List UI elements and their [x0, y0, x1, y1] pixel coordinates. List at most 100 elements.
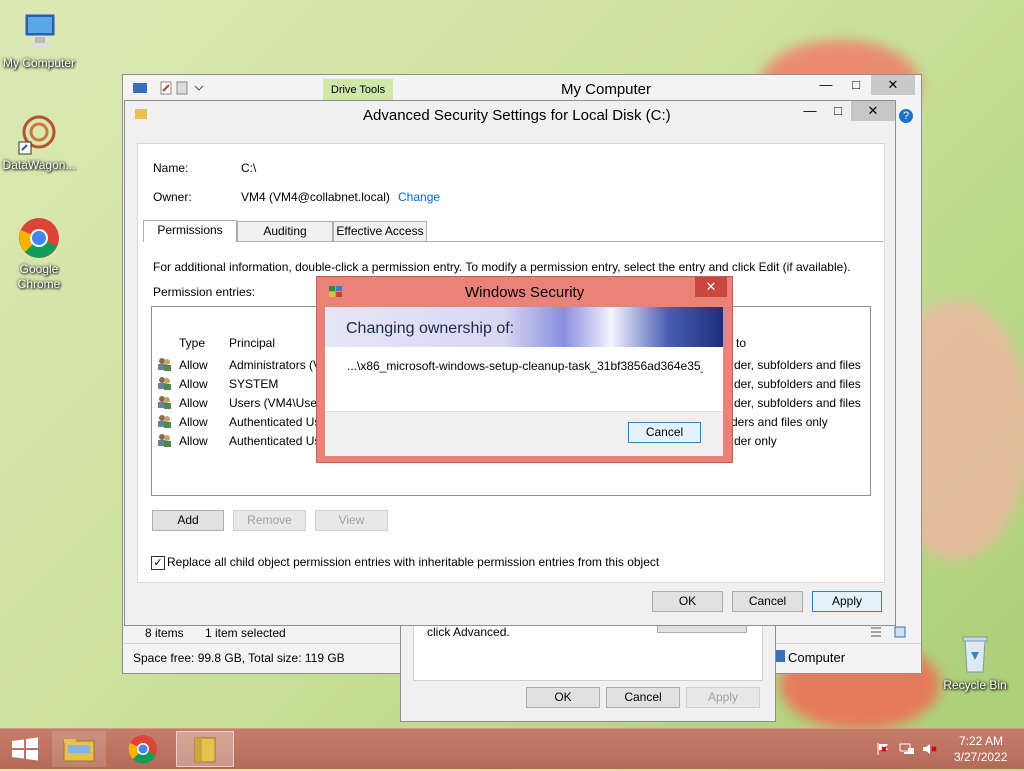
banner-heading: Changing ownership of:	[346, 320, 515, 337]
clock-date[interactable]: 3/27/2022	[954, 750, 1007, 764]
advanced-security-titlebar[interactable]: Advanced Security Settings for Local Dis…	[125, 101, 895, 127]
clock-time[interactable]: 7:22 AM	[959, 734, 1003, 748]
windows-logo-icon	[12, 737, 38, 761]
tab-effective-access[interactable]: Effective Access	[333, 221, 427, 241]
minimize-button[interactable]: —	[795, 101, 825, 121]
recycle-bin-icon	[953, 632, 997, 676]
folder-icon	[194, 737, 216, 763]
explorer-title: My Computer	[561, 81, 652, 98]
network-icon[interactable]	[899, 742, 915, 756]
explorer-titlebar[interactable]: Drive Tools My Computer — □ ✕	[123, 75, 921, 101]
taskbar-folder[interactable]	[176, 731, 234, 767]
maximize-button[interactable]: □	[841, 75, 871, 95]
minimize-button[interactable]: —	[811, 75, 841, 95]
desktop-icon-label: Google Chrome	[17, 262, 61, 291]
tab-auditing[interactable]: Auditing	[237, 221, 333, 241]
row-applies-to: der, subfolders and files	[734, 377, 861, 391]
qat-icons	[133, 81, 229, 98]
users-icon	[157, 357, 171, 371]
row-principal: Authenticated Us	[229, 415, 321, 429]
permissions-info-text: For additional information, double-click…	[153, 260, 851, 274]
status-item-count: 8 items	[145, 626, 184, 640]
users-icon	[157, 376, 171, 390]
users-icon	[157, 395, 171, 409]
row-type: Allow	[179, 434, 208, 448]
apply-button[interactable]: Apply	[812, 591, 882, 612]
view-toggle-icons[interactable]	[871, 626, 907, 638]
tab-underline	[237, 241, 883, 242]
computer-icon	[17, 10, 61, 54]
close-button[interactable]: ✕	[695, 277, 727, 297]
permission-entries-label: Permission entries:	[153, 285, 256, 299]
security-dialog-body: Changing ownership of: ...\x86_microsoft…	[325, 307, 723, 456]
row-type: Allow	[179, 396, 208, 410]
maximize-button[interactable]: □	[823, 101, 853, 121]
cancel-button[interactable]: Cancel	[606, 687, 680, 708]
cancel-button[interactable]: Cancel	[732, 591, 803, 612]
desktop-icon-recycle-bin[interactable]: Recycle Bin	[937, 632, 1013, 693]
apply-button[interactable]: Apply	[686, 687, 760, 708]
ribbon-context-tab[interactable]: Drive Tools	[323, 79, 393, 101]
row-applies-to: der, subfolders and files	[734, 396, 861, 410]
space-free-label: Space free: 99.8 GB, Total size: 119 GB	[133, 651, 345, 665]
users-icon	[157, 414, 171, 428]
row-applies-to: ders and files only	[731, 415, 828, 429]
row-applies-to: der, subfolders and files	[734, 358, 861, 372]
desktop-icon-chrome[interactable]: Google Chrome	[1, 216, 77, 292]
taskbar: 7:22 AM 3/27/2022	[0, 728, 1024, 769]
tab-permissions[interactable]: Permissions	[143, 220, 237, 242]
ok-button[interactable]: OK	[526, 687, 600, 708]
taskbar-chrome[interactable]	[116, 731, 170, 767]
cancel-button[interactable]: Cancel	[628, 422, 701, 443]
row-type: Allow	[179, 377, 208, 391]
row-type: Allow	[179, 358, 208, 372]
ok-button[interactable]: OK	[652, 591, 723, 612]
chrome-icon	[17, 216, 61, 260]
add-button[interactable]: Add	[152, 510, 224, 531]
column-header-type[interactable]: Type	[179, 336, 205, 350]
name-value: C:\	[241, 161, 257, 175]
row-principal: Administrators (V	[229, 358, 322, 372]
column-header-applies-to[interactable]: to	[736, 336, 746, 350]
security-dialog-title: Windows Security	[465, 284, 585, 301]
row-principal: SYSTEM	[229, 377, 279, 391]
advanced-hint-text: click Advanced.	[427, 625, 510, 639]
ownership-path: ...\x86_microsoft-windows-setup-cleanup-…	[347, 359, 703, 373]
status-selected: 1 item selected	[205, 626, 286, 640]
close-button[interactable]: ✕	[871, 75, 915, 95]
folder-icon	[135, 109, 147, 119]
desktop-icon-label: DataWagon...	[2, 158, 76, 172]
replace-checkbox[interactable]: ✓	[151, 556, 165, 570]
row-principal: Authenticated Us	[229, 434, 321, 448]
desktop-icon-my-computer[interactable]: My Computer	[1, 10, 77, 71]
volume-muted-icon[interactable]	[922, 742, 938, 756]
chrome-icon	[128, 735, 157, 764]
properties-dialog: click Advanced. OK Cancel Apply	[400, 616, 776, 722]
users-icon	[157, 433, 171, 447]
row-principal: Users (VM4\User	[229, 396, 322, 410]
row-applies-to: der only	[734, 434, 777, 448]
windows-security-dialog: Windows Security ✕ Changing ownership of…	[316, 276, 733, 463]
advanced-security-title: Advanced Security Settings for Local Dis…	[363, 107, 671, 124]
desktop-icon-label: Recycle Bin	[943, 678, 1007, 692]
desktop-icon-datawagon[interactable]: DataWagon...	[1, 112, 77, 173]
flag-icon[interactable]	[876, 742, 890, 756]
computer-location-label: Computer	[788, 650, 846, 665]
remove-button[interactable]: Remove	[233, 510, 306, 531]
desktop-icon-label: My Computer	[2, 56, 76, 70]
file-explorer-icon	[63, 739, 95, 762]
replace-checkbox-label[interactable]: Replace all child object permission entr…	[167, 555, 659, 569]
view-button[interactable]: View	[315, 510, 388, 531]
row-type: Allow	[179, 415, 208, 429]
owner-value: VM4 (VM4@collabnet.local)	[241, 190, 390, 204]
datawagon-icon	[17, 112, 61, 156]
name-label: Name:	[153, 161, 189, 175]
close-button[interactable]: ✕	[851, 101, 895, 121]
column-header-principal[interactable]: Principal	[229, 336, 275, 350]
taskbar-file-explorer[interactable]	[52, 731, 106, 767]
change-owner-link[interactable]: Change	[398, 190, 440, 204]
owner-label: Owner:	[153, 190, 192, 204]
start-button[interactable]	[0, 731, 50, 767]
help-icon[interactable]: ?	[899, 109, 913, 123]
shield-flag-icon	[329, 285, 343, 297]
